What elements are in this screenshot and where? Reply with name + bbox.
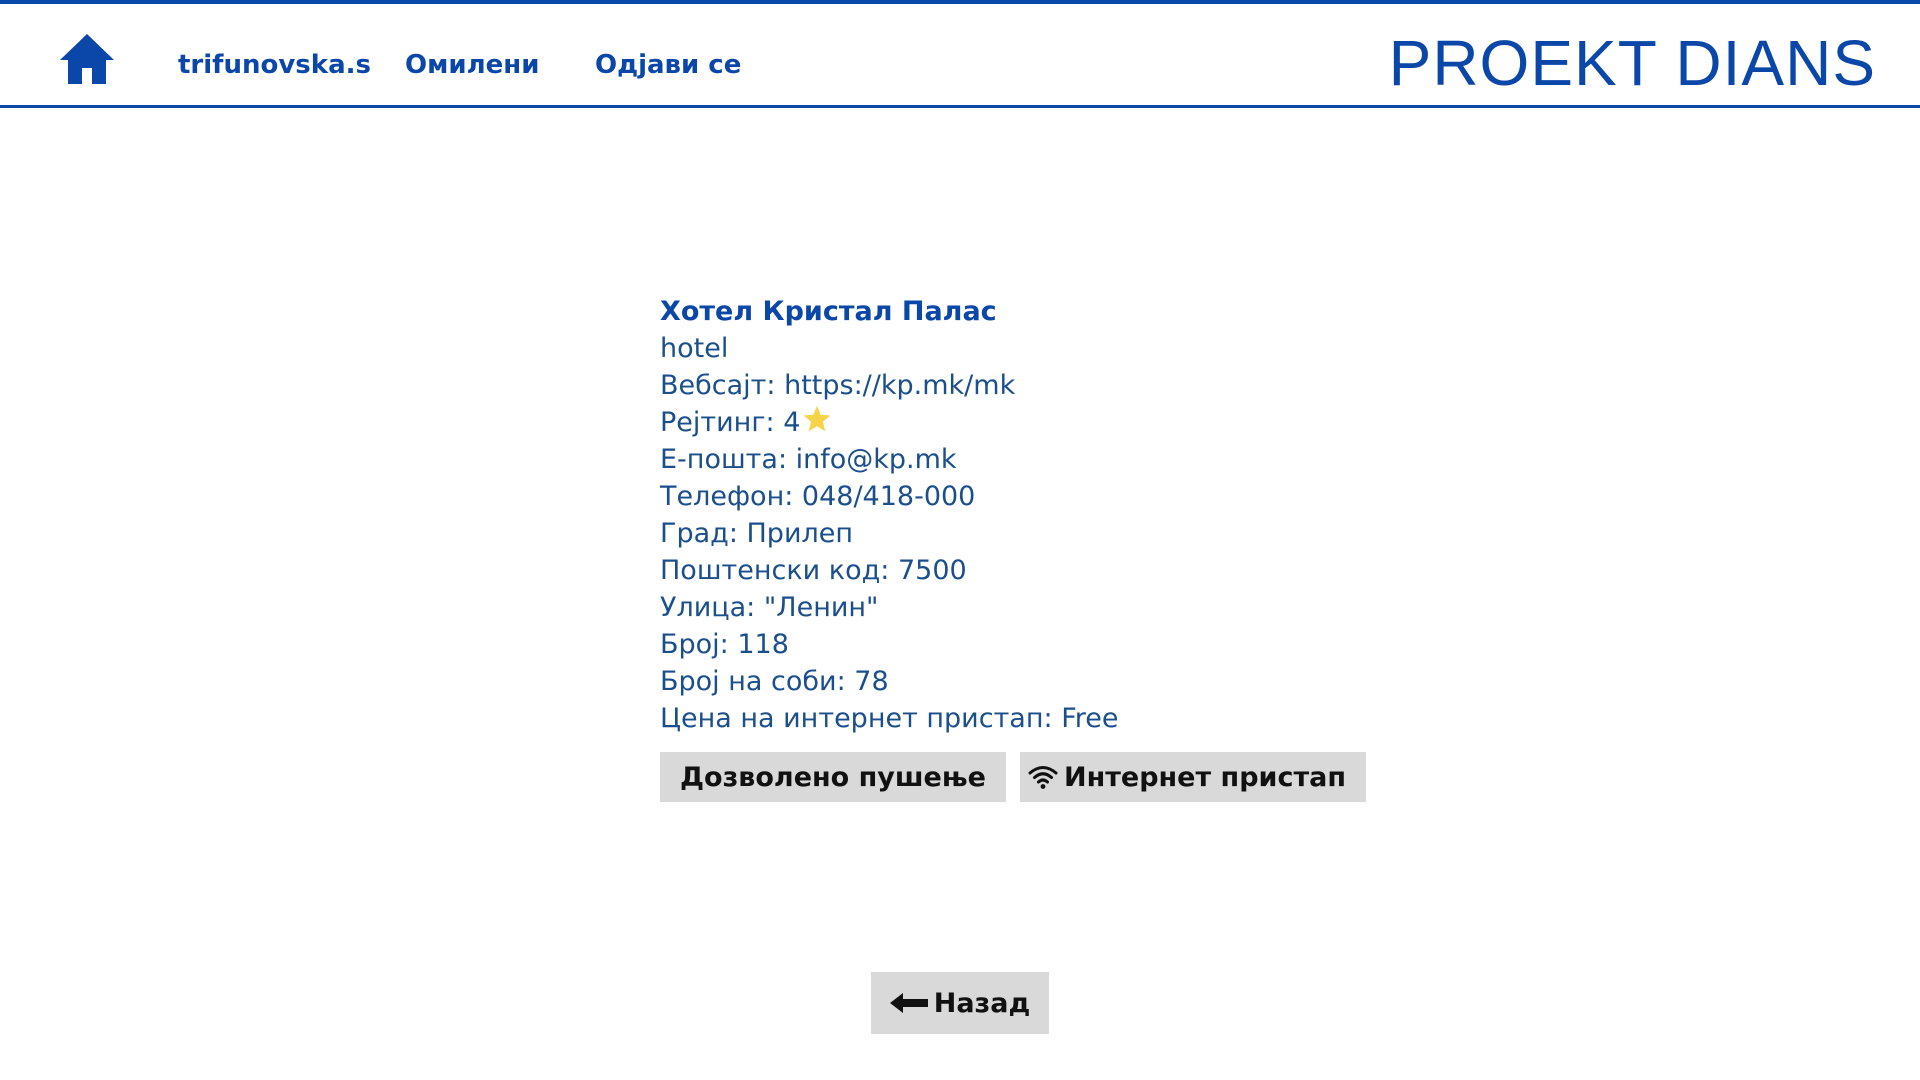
back-button[interactable]: Назад <box>871 972 1049 1034</box>
hotel-rooms-row: Број на соби: 78 <box>660 663 1118 700</box>
nav-username-link[interactable]: trifunovska.s <box>178 50 371 80</box>
email-label: Е-пошта: <box>660 444 796 475</box>
rating-value: 4 <box>783 407 801 438</box>
phone-value: 048/418-000 <box>801 481 976 512</box>
amenities: Дозволено пушење Интернет пристап <box>660 752 1366 802</box>
hotel-city-row: Град: Прилеп <box>660 515 1118 552</box>
back-button-label: Назад <box>933 987 1031 1019</box>
amenity-smoking-label: Дозволено пушење <box>680 761 986 793</box>
amenity-internet-label: Интернет пристап <box>1063 761 1346 793</box>
internet-price-label: Цена на интернет пристап: <box>660 703 1062 734</box>
rooms-value: 78 <box>854 666 889 697</box>
postal-value: 7500 <box>897 555 967 586</box>
hotel-website-row: Вебсајт: https://kp.mk/mk <box>660 367 1118 404</box>
rooms-label: Број на соби: <box>660 666 855 697</box>
wifi-icon <box>1028 766 1058 789</box>
website-label: Вебсајт: <box>660 370 785 401</box>
city-label: Град: <box>660 518 747 549</box>
street-value: "Ленин" <box>763 592 879 623</box>
street-label: Улица: <box>660 592 764 623</box>
brand-title: PROEKT DIANS <box>1388 27 1876 99</box>
website-value: https://kp.mk/mk <box>784 370 1016 401</box>
postal-label: Поштенски код: <box>660 555 898 586</box>
hotel-rating-row: Рејтинг: 4 <box>660 404 1118 441</box>
email-value: info@kp.mk <box>795 444 957 475</box>
hotel-details: Хотел Кристал Палас hotel Вебсајт: https… <box>660 293 1118 737</box>
city-value: Прилеп <box>746 518 854 549</box>
top-navbar: trifunovska.s Омилени Одјави се PROEKT D… <box>0 0 1920 108</box>
phone-label: Телефон: <box>660 481 802 512</box>
number-value: 118 <box>737 629 789 660</box>
home-icon[interactable] <box>58 32 116 86</box>
hotel-street-row: Улица: "Ленин" <box>660 589 1118 626</box>
amenity-internet-badge: Интернет пристап <box>1019 752 1366 802</box>
hotel-internet-price-row: Цена на интернет пристап: Free <box>660 700 1118 737</box>
arrow-left-icon <box>889 993 928 1013</box>
rating-label: Рејтинг: <box>660 407 784 438</box>
hotel-phone-row: Телефон: 048/418-000 <box>660 478 1118 515</box>
nav-logout-link[interactable]: Одјави се <box>595 50 741 80</box>
internet-price-value: Free <box>1061 703 1119 734</box>
star-icon <box>804 405 831 432</box>
amenity-smoking-badge: Дозволено пушење <box>660 752 1006 802</box>
hotel-name: Хотел Кристал Палас <box>660 296 997 327</box>
hotel-type: hotel <box>660 333 729 364</box>
nav-favorites-link[interactable]: Омилени <box>405 50 539 80</box>
hotel-postal-row: Поштенски код: 7500 <box>660 552 1118 589</box>
hotel-number-row: Број: 118 <box>660 626 1118 663</box>
number-label: Број: <box>660 629 738 660</box>
hotel-email-row: Е-пошта: info@kp.mk <box>660 441 1118 478</box>
